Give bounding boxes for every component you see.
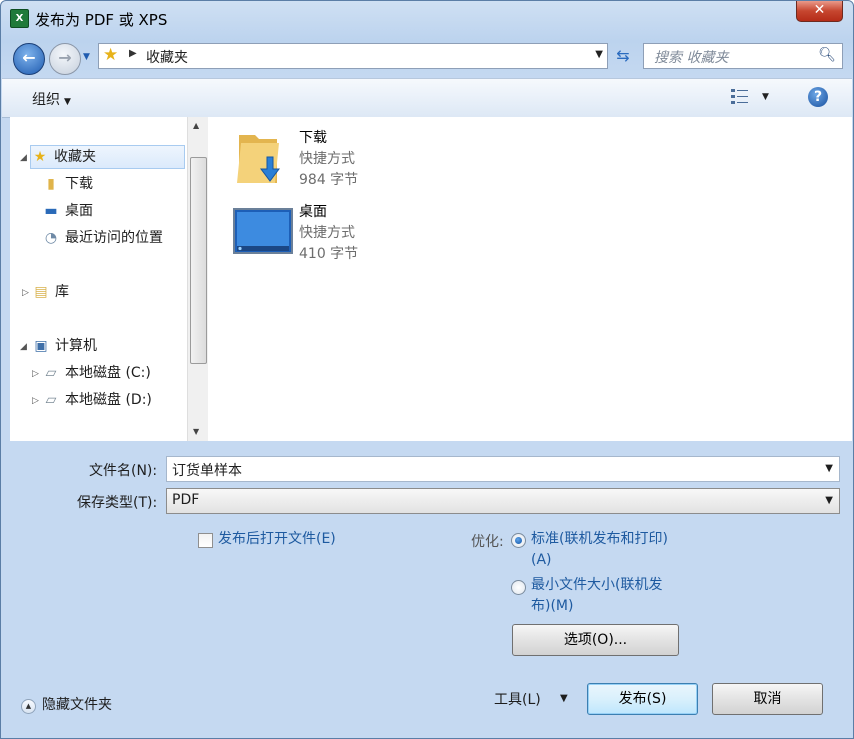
nav-item-drive-c[interactable]: ▱ 本地磁盘 (C:) — [42, 362, 151, 384]
search-input[interactable]: 搜索 收藏夹 🔍︎ — [643, 43, 843, 69]
optimize-minimum-line1: 最小文件大小(联机发 — [531, 577, 663, 593]
search-placeholder: 搜索 收藏夹 — [654, 50, 729, 66]
optimize-standard-radio[interactable] — [511, 533, 526, 548]
chevron-down-icon[interactable]: ▼ — [825, 463, 833, 474]
chevron-down-icon: ▼ — [64, 97, 71, 107]
breadcrumb-favorites[interactable]: 收藏夹 — [146, 47, 188, 67]
optimize-standard-line2: (A) — [531, 552, 552, 568]
optimize-standard-label[interactable]: 标准(联机发布和打印) (A) — [531, 529, 668, 571]
star-icon: ★ — [33, 149, 47, 165]
optimize-minimum-label[interactable]: 最小文件大小(联机发 布)(M) — [531, 575, 662, 617]
nav-item-favorites[interactable]: ★ 收藏夹 — [30, 145, 185, 169]
open-after-publish-label[interactable]: 发布后打开文件(E) — [218, 529, 336, 550]
collapsed-triangle-icon[interactable]: ▷ — [32, 369, 39, 379]
nav-label-recent: 最近访问的位置 — [65, 230, 163, 246]
excel-app-icon: X — [10, 9, 29, 28]
chevron-down-icon[interactable]: ▼ — [825, 495, 833, 506]
back-button[interactable]: ← — [13, 43, 45, 75]
filetype-label: 保存类型(T): — [77, 495, 158, 511]
organize-label: 组织 — [32, 92, 60, 108]
open-after-publish-checkbox[interactable] — [198, 533, 213, 548]
organize-button[interactable]: 组织 ▼ — [32, 89, 71, 109]
navigation-pane: ◢ ★ 收藏夹 ▮ 下载 ▬ 桌面 ◔ 最近访问的位置 ▷ ▤ 库 ◢ ▣ 计算机 ▷ ▱ 本… — [10, 117, 187, 441]
filetype-value: PDF — [172, 492, 200, 508]
breadcrumb-chevron-icon[interactable]: ▶ — [129, 48, 137, 59]
history-dropdown-icon[interactable]: ▼ — [83, 52, 90, 62]
nav-label-computer: 计算机 — [55, 338, 97, 354]
filename-value: 订货单样本 — [172, 463, 242, 479]
collapsed-triangle-icon[interactable]: ▷ — [22, 288, 29, 298]
library-icon: ▤ — [34, 284, 48, 300]
nav-item-downloads[interactable]: ▮ 下载 — [42, 173, 93, 195]
nav-label-libraries: 库 — [55, 284, 69, 300]
hide-folders-label: 隐藏文件夹 — [42, 697, 112, 713]
file-name: 下载 — [299, 130, 327, 146]
close-button[interactable]: ✕ — [796, 1, 843, 22]
optimize-minimum-line2: 布)(M) — [531, 598, 574, 614]
nav-item-libraries[interactable]: ▤ 库 — [32, 281, 69, 303]
filename-input[interactable]: 订货单样本 ▼ — [166, 456, 840, 482]
address-dropdown-icon[interactable]: ▼ — [595, 49, 603, 60]
publish-dialog: X 发布为 PDF 或 XPS ✕ ← → ▼ ★ ▶ 收藏夹 ▼ ⇆ 搜索 收… — [0, 0, 854, 739]
options-button[interactable]: 选项(O)... — [512, 624, 679, 656]
scroll-down-icon[interactable]: ▼ — [193, 427, 199, 436]
hide-folders-button[interactable]: ▲ 隐藏文件夹 — [21, 694, 112, 714]
optimize-minimum-radio[interactable] — [511, 580, 526, 595]
title-bar: X 发布为 PDF 或 XPS ✕ — [1, 1, 853, 35]
expand-triangle-icon[interactable]: ◢ — [20, 342, 27, 352]
expand-triangle-icon[interactable]: ◢ — [20, 153, 27, 163]
nav-label-drive-d: 本地磁盘 (D:) — [65, 392, 152, 408]
file-type: 快捷方式 — [299, 225, 355, 241]
filetype-select[interactable]: PDF ▼ — [166, 488, 840, 514]
tools-dropdown-icon[interactable]: ▼ — [560, 693, 568, 704]
nav-scrollbar[interactable]: ▲ ▼ — [187, 117, 208, 441]
filename-label: 文件名(N): — [89, 463, 158, 479]
recent-places-icon: ◔ — [44, 230, 58, 246]
computer-icon: ▣ — [34, 338, 48, 354]
nav-label-drive-c: 本地磁盘 (C:) — [65, 365, 151, 381]
publish-button[interactable]: 发布(S) — [587, 683, 698, 715]
favorites-star-icon: ★ — [103, 45, 119, 65]
nav-item-recent[interactable]: ◔ 最近访问的位置 — [42, 227, 163, 249]
nav-label-downloads: 下载 — [65, 176, 93, 192]
view-dropdown-icon[interactable]: ▼ — [762, 92, 769, 102]
view-options-button[interactable] — [730, 87, 776, 109]
scroll-up-icon[interactable]: ▲ — [193, 121, 199, 130]
details-view-icon — [731, 89, 748, 104]
window-title: 发布为 PDF 或 XPS — [35, 11, 168, 29]
collapse-up-icon: ▲ — [21, 699, 36, 714]
refresh-button[interactable]: ⇆ — [610, 43, 636, 69]
file-name: 桌面 — [299, 204, 327, 220]
file-list: 下载 快捷方式 984 字节 桌面 快捷方式 410 字节 — [208, 117, 852, 441]
file-size: 410 字节 — [299, 246, 359, 262]
desktop-icon — [233, 208, 293, 254]
downloads-folder-icon: ▮ — [47, 176, 55, 192]
nav-item-computer[interactable]: ▣ 计算机 — [32, 335, 97, 357]
search-icon[interactable]: 🔍︎ — [818, 47, 836, 63]
optimize-standard-line1: 标准(联机发布和打印) — [531, 531, 668, 547]
cancel-button[interactable]: 取消 — [712, 683, 823, 715]
scrollbar-thumb[interactable] — [190, 157, 207, 364]
forward-button[interactable]: → — [49, 43, 81, 75]
folder-download-icon — [237, 135, 280, 183]
file-type: 快捷方式 — [299, 151, 355, 167]
address-bar[interactable]: ★ ▶ 收藏夹 ▼ — [98, 43, 608, 69]
tools-button[interactable]: 工具(L) — [494, 689, 541, 709]
drive-d-icon: ▱ — [45, 392, 57, 408]
command-toolbar: 组织 ▼ ▼ ? — [2, 78, 852, 118]
drive-c-icon: ▱ — [45, 365, 57, 381]
list-item[interactable]: 下载 快捷方式 984 字节 — [233, 127, 533, 191]
desktop-icon: ▬ — [44, 203, 58, 219]
collapsed-triangle-icon[interactable]: ▷ — [32, 396, 39, 406]
list-item[interactable]: 桌面 快捷方式 410 字节 — [233, 201, 533, 265]
file-size: 984 字节 — [299, 172, 359, 188]
nav-label-desktop: 桌面 — [65, 203, 93, 219]
nav-label-favorites: 收藏夹 — [54, 149, 96, 165]
nav-item-desktop[interactable]: ▬ 桌面 — [42, 200, 93, 222]
optimize-label: 优化: — [471, 534, 504, 550]
nav-item-drive-d[interactable]: ▱ 本地磁盘 (D:) — [42, 389, 152, 411]
help-button[interactable]: ? — [808, 87, 828, 107]
